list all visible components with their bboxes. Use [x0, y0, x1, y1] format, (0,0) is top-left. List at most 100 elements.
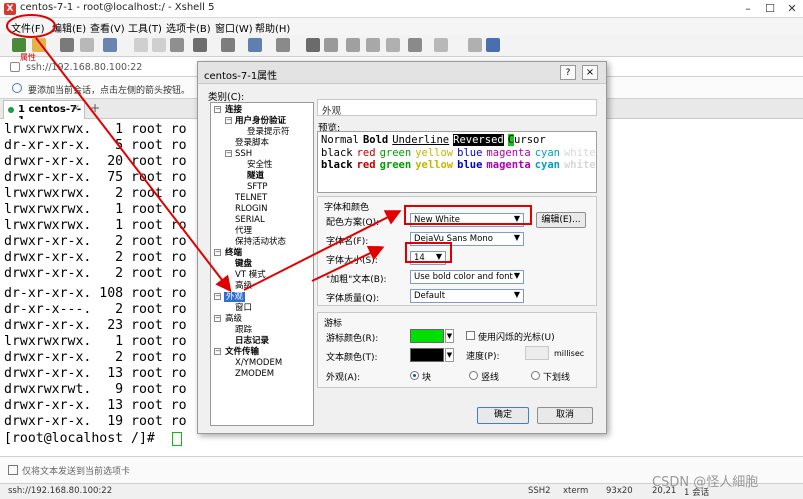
tree-collapse-icon[interactable]: −: [214, 348, 221, 355]
terminal-line: drwxr-xr-x. 13 root ro: [4, 366, 187, 381]
tree-item-ssh[interactable]: SSH: [235, 149, 252, 159]
shape-underline-radio[interactable]: [531, 371, 540, 380]
tree-item-sftp[interactable]: SFTP: [247, 182, 267, 192]
layout-icon[interactable]: [434, 38, 448, 52]
font-name-label: 字体名(F):: [326, 237, 369, 247]
new-tab-icon[interactable]: [408, 38, 422, 52]
tree-item-xymodem[interactable]: X/YMODEM: [235, 358, 282, 368]
xmanager-icon[interactable]: [324, 38, 338, 52]
tree-collapse-icon[interactable]: −: [214, 293, 221, 300]
terminal-line: dr-xr-x---. 2 root ro: [4, 302, 187, 317]
ok-button[interactable]: 确定: [477, 407, 529, 424]
tree-item-logging[interactable]: 日志记录: [235, 336, 269, 346]
keyboard-icon[interactable]: [386, 38, 400, 52]
help-icon[interactable]: [486, 38, 500, 52]
transfer-icon[interactable]: [221, 38, 235, 52]
terminal-cursor: [172, 432, 182, 446]
tree-item-proxy[interactable]: 代理: [235, 226, 252, 236]
tree-item-window[interactable]: 窗口: [235, 303, 252, 313]
tree-item-login-script[interactable]: 登录脚本: [235, 138, 269, 148]
comment-icon[interactable]: [468, 38, 482, 52]
tree-item-terminal[interactable]: 终端: [225, 248, 242, 258]
lock-icon[interactable]: [366, 38, 380, 52]
address-text[interactable]: ssh://192.168.80.100:22: [26, 62, 142, 73]
tab-session[interactable]: 1 centos-7-1 ×: [3, 100, 85, 126]
tree-collapse-icon[interactable]: −: [225, 150, 232, 157]
chevron-down-icon[interactable]: ▼: [445, 329, 454, 343]
tree-item-tracing[interactable]: 跟踪: [235, 325, 252, 335]
tree-item-appearance[interactable]: 外观: [224, 292, 246, 302]
bold-text-select[interactable]: Use bold color and font ▼: [410, 270, 524, 284]
menu-tabs[interactable]: 选项卡(B): [166, 20, 211, 35]
tree-item-zmodem[interactable]: ZMODEM: [235, 369, 274, 379]
shape-block-label: 块: [422, 373, 432, 383]
terminal-line: drwxr-xr-x. 75 root ro: [4, 170, 187, 185]
compose-placeholder: 仅将文本发送到当前选项卡: [22, 467, 131, 477]
reconnect-icon[interactable]: [60, 38, 74, 52]
menu-tools[interactable]: 工具(T): [128, 20, 162, 35]
properties-icon[interactable]: [103, 38, 117, 52]
menu-file[interactable]: 文件(F): [11, 20, 45, 35]
shape-block-radio[interactable]: [410, 371, 419, 380]
disconnect-icon[interactable]: [80, 38, 94, 52]
paste-icon[interactable]: [152, 38, 166, 52]
blink-cursor-checkbox[interactable]: [466, 331, 475, 340]
tree-item-connection[interactable]: 连接: [225, 105, 242, 115]
tree-item-tunnel[interactable]: 隧道: [247, 171, 264, 181]
cursor-color-label: 游标颜色(R):: [326, 334, 379, 344]
font-quality-select[interactable]: Default ▼: [410, 289, 524, 303]
menu-window[interactable]: 窗口(W): [215, 20, 253, 35]
edit-scheme-button[interactable]: 编辑(E)...: [536, 212, 586, 228]
open-folder-icon[interactable]: [32, 38, 46, 52]
tree-item-auth[interactable]: 用户身份验证: [235, 116, 286, 126]
terminal-line: drwxrwxrwt. 9 root ro: [4, 382, 187, 397]
cursor-color-swatch[interactable]: [410, 329, 444, 343]
globe-icon[interactable]: [248, 38, 262, 52]
tree-collapse-icon[interactable]: −: [214, 249, 221, 256]
tree-item-vt-modes[interactable]: VT 模式: [235, 270, 266, 280]
tree-item-rlogin[interactable]: RLOGIN: [235, 204, 267, 214]
tree-item-file-transfer[interactable]: 文件传输: [225, 347, 259, 357]
maximize-icon[interactable]: ☐: [759, 0, 781, 18]
preview-color-row: black red green yellow blue magenta cyan white: [321, 147, 600, 159]
compose-menu-icon[interactable]: [8, 465, 18, 475]
add-tab-icon[interactable]: +: [90, 101, 100, 115]
close-window-icon[interactable]: ✕: [781, 0, 803, 18]
chevron-down-icon[interactable]: ▼: [445, 348, 454, 362]
copy-icon[interactable]: [134, 38, 148, 52]
menu-help[interactable]: 帮助(H): [255, 20, 290, 35]
shape-vline-radio[interactable]: [469, 371, 478, 380]
tree-collapse-icon[interactable]: −: [225, 117, 232, 124]
preview-normal: Normal: [321, 134, 359, 146]
tree-item-telnet[interactable]: TELNET: [235, 193, 267, 203]
tree-item-login-prompt[interactable]: 登录提示符: [247, 127, 290, 137]
chevron-down-icon: ▼: [513, 233, 520, 242]
speed-input[interactable]: [525, 346, 549, 360]
tree-item-keyboard[interactable]: 键盘: [235, 259, 252, 269]
tree-collapse-icon[interactable]: −: [214, 106, 221, 113]
dialog-close-icon[interactable]: ×: [582, 65, 598, 80]
new-session-icon[interactable]: [12, 38, 26, 52]
fullscreen-icon[interactable]: [346, 38, 360, 52]
font-icon[interactable]: [276, 38, 290, 52]
menu-edit[interactable]: 编辑(E): [52, 20, 86, 35]
menu-bar: 文件(F) 编辑(E) 查看(V) 工具(T) 选项卡(B) 窗口(W) 帮助(…: [0, 18, 803, 35]
tree-item-advanced[interactable]: 高级: [225, 314, 242, 324]
text-color-swatch[interactable]: [410, 348, 444, 362]
tree-item-security[interactable]: 安全性: [247, 160, 273, 170]
print-icon[interactable]: [193, 38, 207, 52]
xftp-icon[interactable]: [306, 38, 320, 52]
tree-item-terminal-advanced[interactable]: 高级: [235, 281, 252, 291]
find-icon[interactable]: [170, 38, 184, 52]
dialog-help-icon[interactable]: ?: [560, 65, 576, 80]
category-label: 类别(C):: [208, 92, 245, 103]
cancel-button[interactable]: 取消: [537, 407, 593, 424]
color-scheme-label: 配色方案(O):: [326, 218, 380, 228]
minimize-icon[interactable]: –: [737, 0, 759, 18]
menu-view[interactable]: 查看(V): [90, 20, 125, 35]
close-tab-icon[interactable]: ×: [72, 103, 80, 114]
terminal-prompt: [root@localhost /]#: [4, 431, 163, 446]
tree-item-serial[interactable]: SERIAL: [235, 215, 265, 225]
tree-item-keepalive[interactable]: 保持活动状态: [235, 237, 286, 247]
tree-collapse-icon[interactable]: −: [214, 315, 221, 322]
